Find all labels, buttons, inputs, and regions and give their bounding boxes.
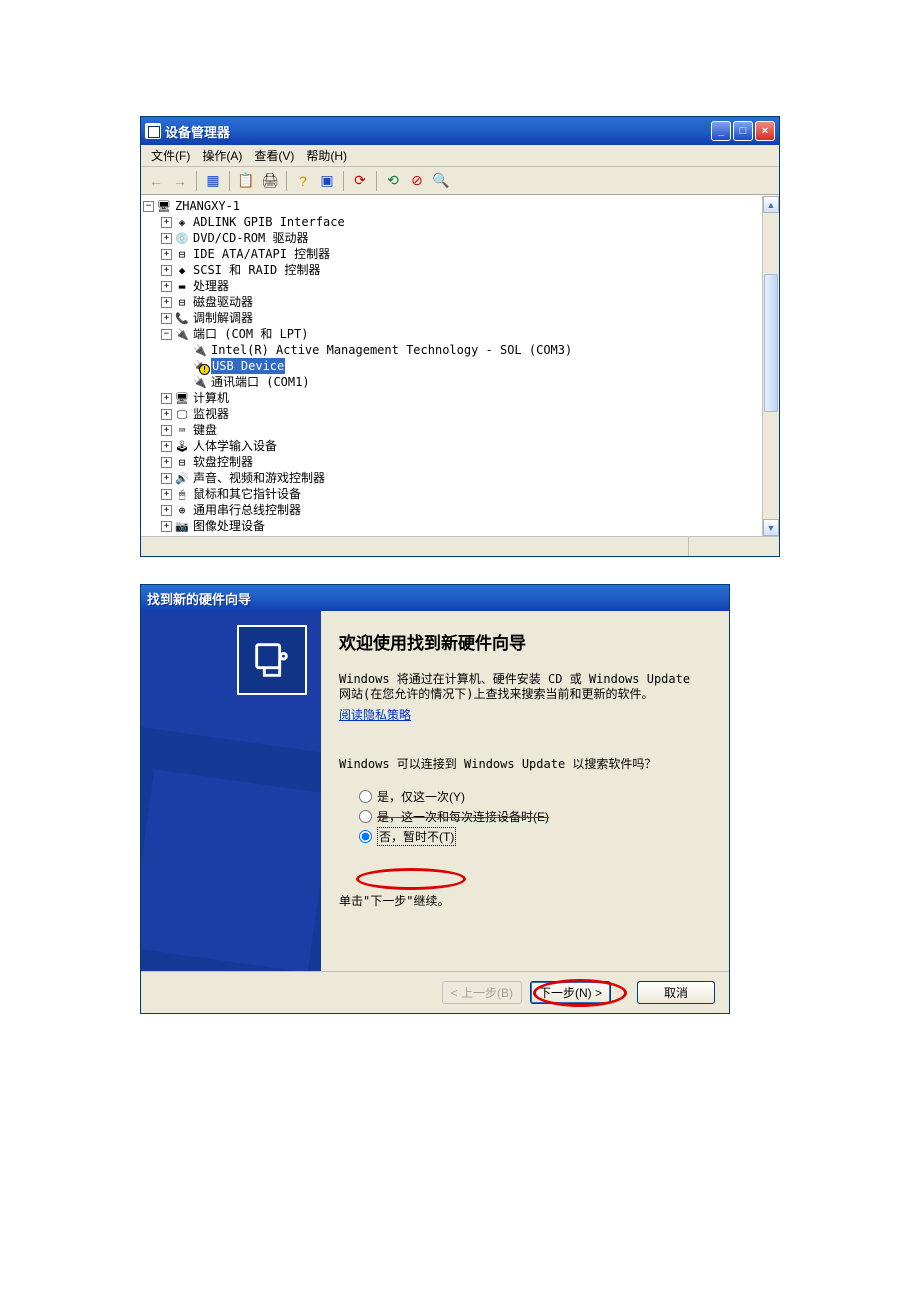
node-port-usb[interactable]: USB Device xyxy=(211,358,285,374)
menu-view[interactable]: 查看(V) xyxy=(248,145,300,166)
menu-action[interactable]: 操作(A) xyxy=(196,145,248,166)
computer-icon xyxy=(145,123,161,139)
scroll-down-button[interactable]: ▼ xyxy=(763,519,779,536)
node-imaging[interactable]: 图像处理设备 xyxy=(193,518,265,534)
next-button[interactable]: 下一步(N) > xyxy=(530,981,611,1004)
node-monitor[interactable]: 监视器 xyxy=(193,406,229,422)
tree-root[interactable]: ZHANGXY-1 xyxy=(175,198,240,214)
back-button[interactable]: ← xyxy=(145,170,167,192)
wizard-question: Windows 可以连接到 Windows Update 以搜索软件吗？ xyxy=(339,757,709,772)
wizard-footer: < 上一步(B) 下一步(N) > 取消 xyxy=(141,971,729,1013)
dm-toolbar: ← → ▦ 📋 🖨 ? ▣ ⟳ ⟲ ⊘ 🔍 xyxy=(141,167,779,195)
warning-icon: 🔌 xyxy=(192,359,208,373)
wizard-title: 找到新的硬件向导 xyxy=(147,589,251,608)
radio-no[interactable] xyxy=(359,830,372,843)
hardware-icon xyxy=(237,625,307,695)
back-button[interactable]: < 上一步(B) xyxy=(442,981,522,1004)
uninstall-icon[interactable]: 🔍 xyxy=(430,170,452,192)
device-manager-window: 设备管理器 _ □ × 文件(F) 操作(A) 查看(V) 帮助(H) ← → … xyxy=(140,116,780,557)
node-modem[interactable]: 调制解调器 xyxy=(193,310,253,326)
node-mouse[interactable]: 鼠标和其它指针设备 xyxy=(193,486,301,502)
scroll-thumb[interactable] xyxy=(764,274,778,412)
view-icon[interactable]: ▦ xyxy=(202,170,224,192)
cancel-button[interactable]: 取消 xyxy=(637,981,715,1004)
print-icon[interactable]: 🖨 xyxy=(259,170,281,192)
node-cpu[interactable]: 处理器 xyxy=(193,278,229,294)
hardware-wizard-window: 找到新的硬件向导 欢迎使用找到新硬件向导 Windows 将通过在计算机、硬件安… xyxy=(140,584,730,1014)
node-ide[interactable]: IDE ATA/ATAPI 控制器 xyxy=(193,246,330,262)
privacy-link[interactable]: 阅读隐私策略 xyxy=(339,708,411,722)
scroll-up-button[interactable]: ▲ xyxy=(763,196,779,213)
dm-titlebar[interactable]: 设备管理器 _ □ × xyxy=(141,117,779,145)
wizard-continue: 单击"下一步"继续。 xyxy=(339,894,709,909)
properties-icon[interactable]: 📋 xyxy=(235,170,257,192)
minimize-button[interactable]: _ xyxy=(711,121,731,141)
node-disk[interactable]: 磁盘驱动器 xyxy=(193,294,253,310)
menu-file[interactable]: 文件(F) xyxy=(145,145,196,166)
radio-yes-always[interactable] xyxy=(359,810,372,823)
dm-statusbar xyxy=(141,536,779,556)
node-computer[interactable]: 计算机 xyxy=(193,390,229,406)
node-hid[interactable]: 人体学输入设备 xyxy=(193,438,277,454)
maximize-button[interactable]: □ xyxy=(733,121,753,141)
disable-icon[interactable]: ⊘ xyxy=(406,170,428,192)
node-floppy[interactable]: 软盘控制器 xyxy=(193,454,253,470)
node-usb-ctrl[interactable]: 通用串行总线控制器 xyxy=(193,502,301,518)
dm-title: 设备管理器 xyxy=(165,122,711,141)
refresh-icon[interactable]: ▣ xyxy=(316,170,338,192)
wizard-sidebar xyxy=(141,611,321,971)
radio-no-label: 否，暂时不(T) xyxy=(377,827,456,846)
menu-help[interactable]: 帮助(H) xyxy=(300,145,353,166)
help-icon[interactable]: ? xyxy=(292,170,314,192)
close-button[interactable]: × xyxy=(755,121,775,141)
device-tree[interactable]: −🖥ZHANGXY-1 +◈ADLINK GPIB Interface +💿DV… xyxy=(141,196,762,536)
forward-button[interactable]: → xyxy=(169,170,191,192)
node-keyboard[interactable]: 键盘 xyxy=(193,422,217,438)
wizard-heading: 欢迎使用找到新硬件向导 xyxy=(339,629,709,654)
radio-yes-once-label: 是，仅这一次(Y) xyxy=(377,788,465,805)
node-adlink[interactable]: ADLINK GPIB Interface xyxy=(193,214,345,230)
vertical-scrollbar[interactable]: ▲ ▼ xyxy=(762,196,779,536)
node-port-com1[interactable]: 通讯端口 (COM1) xyxy=(211,374,310,390)
node-ports[interactable]: 端口 (COM 和 LPT) xyxy=(193,326,308,342)
wizard-titlebar[interactable]: 找到新的硬件向导 xyxy=(141,585,729,611)
node-dvd[interactable]: DVD/CD-ROM 驱动器 xyxy=(193,230,308,246)
update-driver-icon[interactable]: ⟳ xyxy=(349,170,371,192)
radio-yes-once[interactable] xyxy=(359,790,372,803)
radio-yes-always-label: 是，这一次和每次连接设备时(E) xyxy=(377,808,549,825)
node-sound[interactable]: 声音、视频和游戏控制器 xyxy=(193,470,325,486)
dm-menubar: 文件(F) 操作(A) 查看(V) 帮助(H) xyxy=(141,145,779,167)
wizard-para1: Windows 将通过在计算机、硬件安装 CD 或 Windows Update… xyxy=(339,672,709,702)
node-scsi[interactable]: SCSI 和 RAID 控制器 xyxy=(193,262,320,278)
scan-icon[interactable]: ⟲ xyxy=(382,170,404,192)
node-port-sol[interactable]: Intel(R) Active Management Technology - … xyxy=(211,342,572,358)
